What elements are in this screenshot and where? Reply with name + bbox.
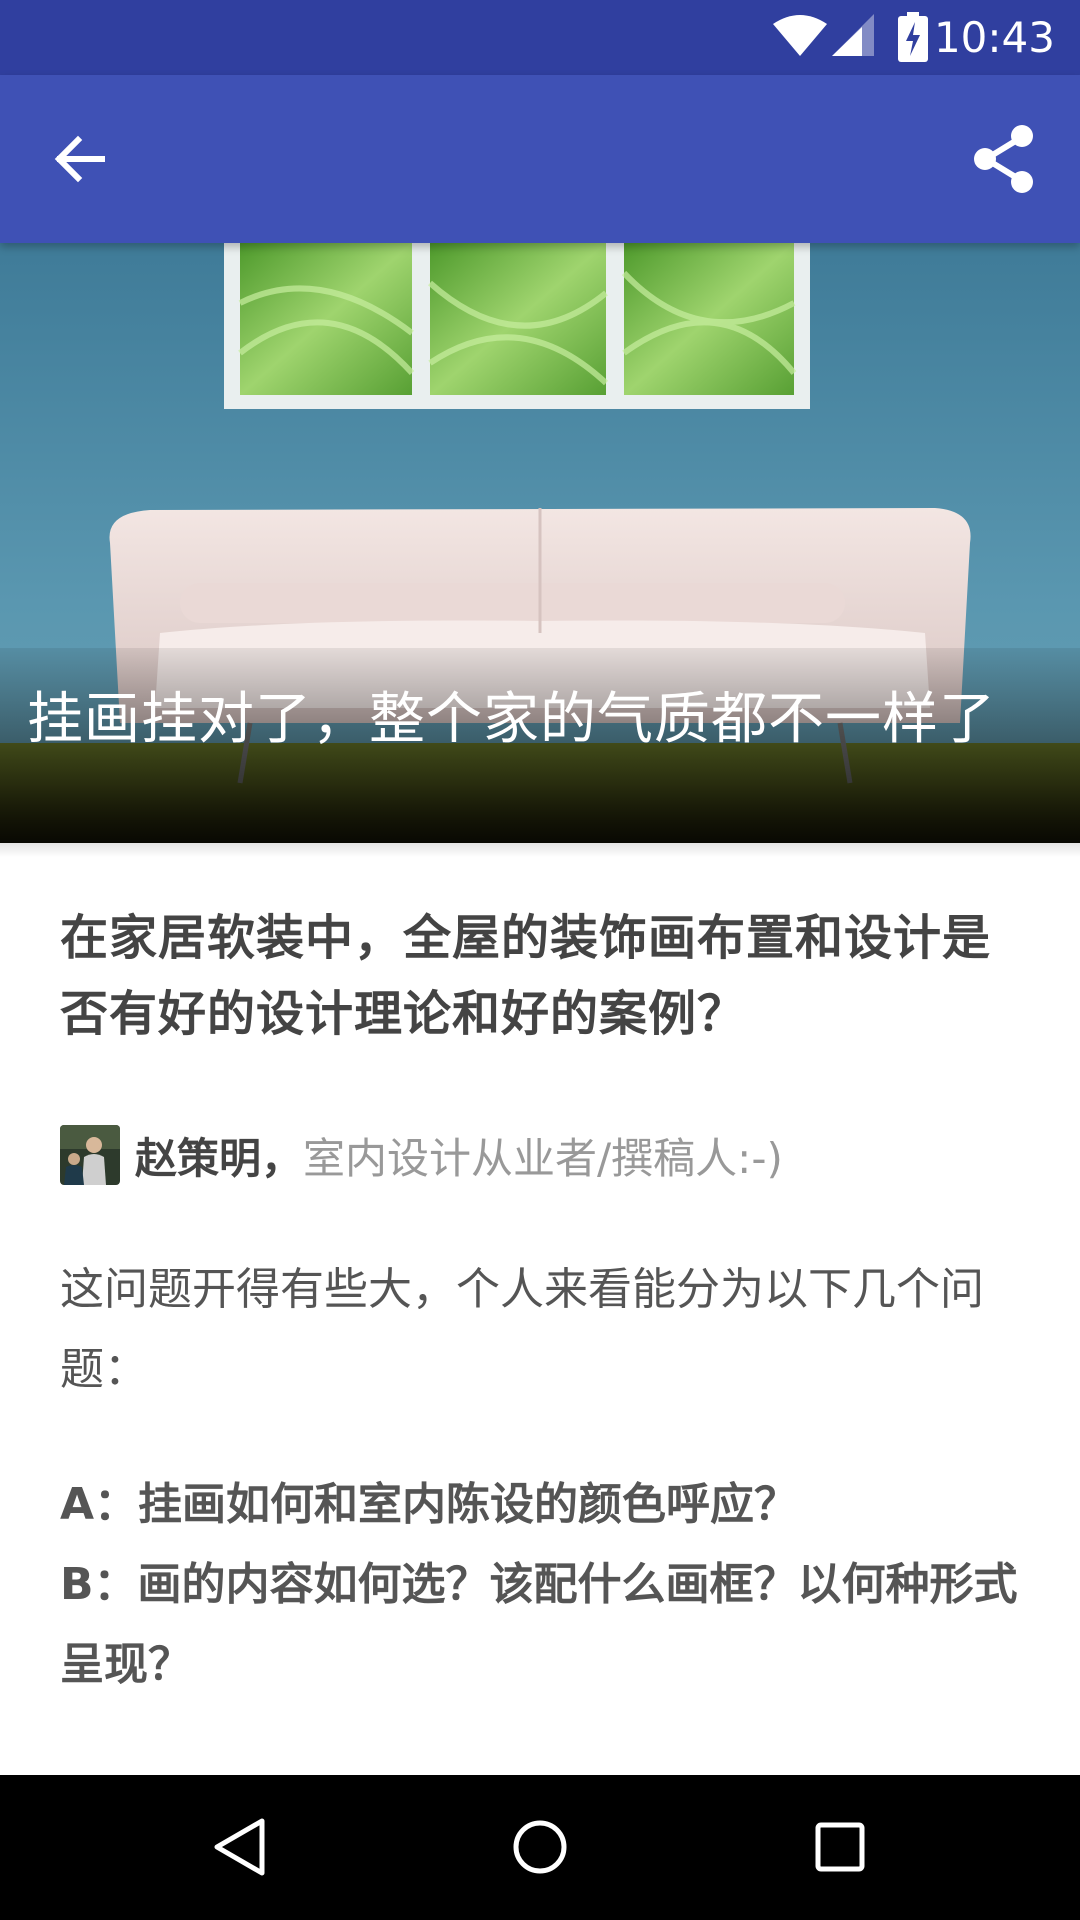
battery-charging-icon	[898, 12, 928, 62]
app-bar	[0, 75, 1080, 243]
hero-image[interactable]: 挂画挂对了，整个家的气质都不一样了	[0, 243, 1080, 843]
nav-back-icon[interactable]	[200, 1807, 280, 1887]
author-bio: 室内设计从业者/撰稿人:-)	[303, 1133, 783, 1183]
share-icon[interactable]	[964, 119, 1044, 199]
arrow-back-icon[interactable]	[40, 119, 120, 199]
answer-point-a: A：挂画如何和室内陈设的颜色呼应？	[60, 1479, 799, 1530]
hero-caption: 挂画挂对了，整个家的气质都不一样了	[27, 687, 996, 752]
cell-signal-icon	[832, 14, 874, 56]
hero-divider	[0, 843, 1080, 857]
screen: 10:43 挂画挂对了，整个家的气质都不一样了 在家居软装中，全屋的装饰画布置和…	[0, 0, 1080, 1920]
nav-recents-icon[interactable]	[800, 1807, 880, 1887]
question-title[interactable]: 在家居软装中，全屋的装饰画布置和设计是否有好的设计理论和好的案例？	[60, 900, 1020, 1052]
answer-points: A：挂画如何和室内陈设的颜色呼应？ B：画的内容如何选？该配什么画框？以何种形式…	[60, 1465, 1020, 1705]
answer-point-b: B：画的内容如何选？该配什么画框？以何种形式呈现？	[60, 1559, 1018, 1690]
navigation-bar	[0, 1775, 1080, 1920]
article: 在家居软装中，全屋的装饰画布置和设计是否有好的设计理论和好的案例？ 赵策明， 室…	[60, 900, 1020, 1690]
answer-intro: 这问题开得有些大，个人来看能分为以下几个问题：	[60, 1264, 984, 1395]
nav-home-icon[interactable]	[500, 1807, 580, 1887]
wifi-icon	[773, 15, 827, 56]
status-bar: 10:43	[0, 0, 1080, 75]
author-row[interactable]: 赵策明， 室内设计从业者/撰稿人:-)	[60, 1125, 783, 1185]
author-name[interactable]: 赵策明，	[135, 1125, 303, 1186]
avatar[interactable]	[60, 1125, 120, 1185]
status-time: 10:43	[933, 13, 1055, 62]
